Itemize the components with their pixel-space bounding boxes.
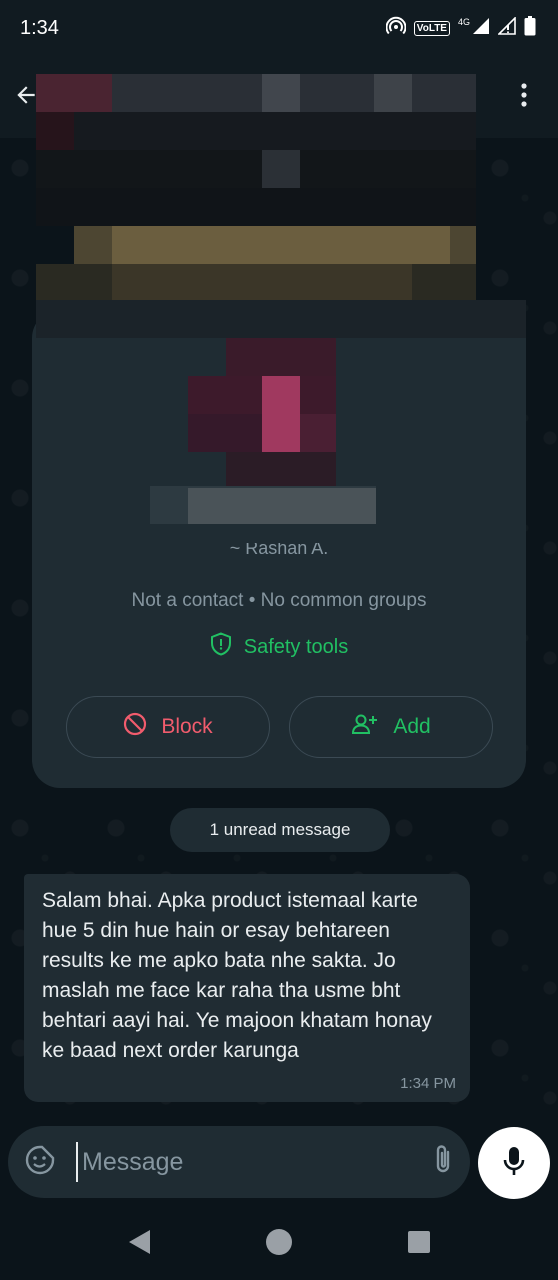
message-text: Salam bhai. Apka product istemaal karte … [42, 889, 432, 1062]
hotspot-icon [385, 16, 407, 41]
emoji-button[interactable] [24, 1144, 56, 1180]
nav-back-button[interactable] [119, 1224, 159, 1264]
message-composer [8, 1126, 513, 1198]
incoming-message-bubble[interactable]: Salam bhai. Apka product istemaal karte … [24, 874, 470, 1102]
sticker-icon [24, 1144, 56, 1181]
block-label: Block [161, 715, 213, 738]
add-person-icon [351, 712, 379, 742]
nav-recents-button[interactable] [399, 1224, 439, 1264]
unread-messages-indicator: 1 unread message [170, 808, 390, 852]
nav-home-button[interactable] [259, 1224, 299, 1264]
more-options-button[interactable] [508, 77, 540, 117]
network-type: 4G [457, 17, 470, 27]
message-timestamp: 1:34 PM [400, 1075, 456, 1092]
square-recents-icon [407, 1230, 431, 1259]
volte-badge: VoLTE [413, 20, 450, 36]
block-icon [123, 712, 147, 742]
voice-message-button[interactable] [478, 1127, 550, 1199]
paperclip-icon [432, 1144, 454, 1181]
shield-icon [210, 632, 232, 662]
signal-no-service-icon [497, 15, 516, 40]
signal-icon [472, 17, 490, 40]
add-label: Add [393, 715, 431, 738]
circle-home-icon [265, 1228, 293, 1261]
more-vertical-icon [520, 82, 528, 113]
add-contact-button[interactable]: Add [289, 696, 493, 758]
status-time: 1:34 [20, 16, 59, 39]
status-icons: VoLTE 4G [385, 15, 536, 41]
message-input[interactable] [76, 1142, 404, 1182]
safety-tools-label: Safety tools [243, 635, 349, 658]
contact-pushname: ~ Rashan A. [229, 543, 329, 557]
system-navigation-bar [0, 1208, 558, 1280]
battery-icon [524, 15, 536, 41]
attach-button[interactable] [432, 1144, 454, 1181]
microphone-icon [502, 1145, 526, 1182]
block-button[interactable]: Block [66, 696, 270, 758]
safety-tools-link[interactable]: Safety tools [32, 632, 526, 662]
status-bar: 1:34 VoLTE 4G [0, 0, 558, 56]
triangle-back-icon [126, 1228, 152, 1261]
contact-subtitle: Not a contact • No common groups [131, 590, 427, 611]
